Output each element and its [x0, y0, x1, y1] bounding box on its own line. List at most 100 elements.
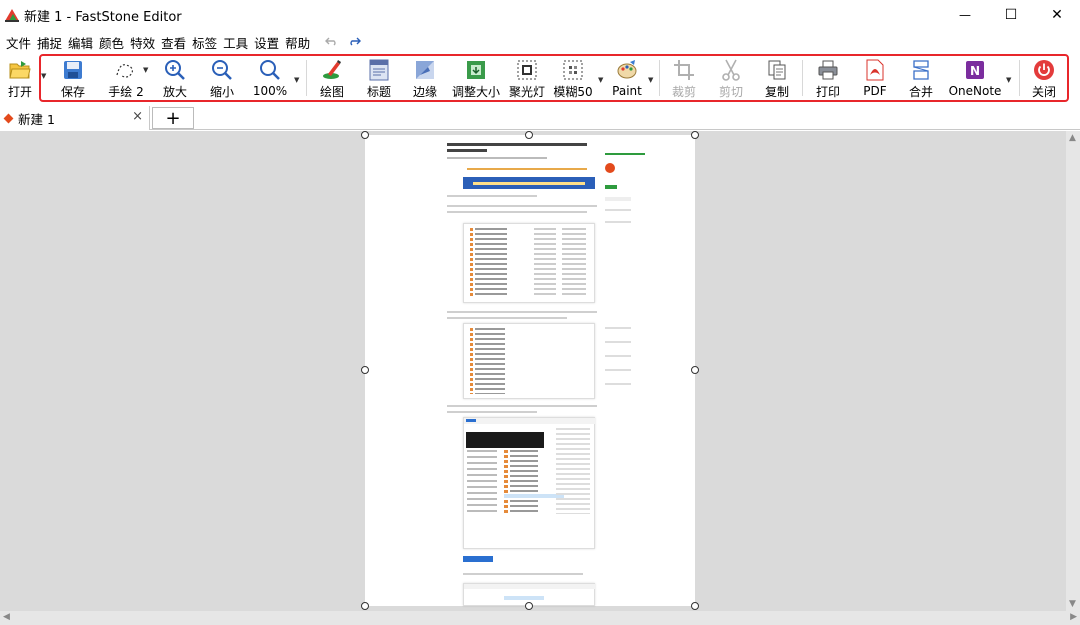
- save-button[interactable]: 保存: [57, 58, 89, 100]
- cut-button[interactable]: 剪切: [715, 58, 747, 100]
- toolbar: 打开 ▼ 保存 手绘 2 ▼ 放大 缩小 100% ▼ 绘图 标题 边缘 调整大…: [0, 54, 1080, 104]
- open-button[interactable]: 打开: [4, 58, 36, 100]
- image-canvas[interactable]: [365, 135, 695, 606]
- title-bar: 新建 1 - FastStone Editor — ☐ ✕: [0, 0, 1080, 30]
- zoom-100-button[interactable]: 100%: [251, 58, 289, 100]
- sidebar-line: [605, 197, 631, 201]
- blur-button[interactable]: 模糊50: [553, 58, 593, 100]
- menu-capture[interactable]: 捕捉: [34, 33, 65, 52]
- menu-bar: 文件 捕捉 编辑 颜色 特效 查看 标签 工具 设置 帮助: [0, 31, 1080, 53]
- printer-icon: [816, 58, 840, 81]
- sidebar-tag: [605, 185, 617, 189]
- resize-handle[interactable]: [525, 131, 533, 139]
- menu-file[interactable]: 文件: [3, 33, 34, 52]
- caption-button[interactable]: 标题: [363, 58, 395, 100]
- scroll-left-icon[interactable]: ◀: [3, 612, 10, 622]
- menu-tabs[interactable]: 标签: [189, 33, 220, 52]
- zoom-out-icon: [210, 58, 234, 81]
- menu-effects[interactable]: 特效: [127, 33, 158, 52]
- toolbar-separator: [306, 60, 307, 96]
- redo-icon[interactable]: [347, 35, 362, 49]
- text-line: [447, 195, 537, 197]
- close-window-button[interactable]: ✕: [1034, 0, 1080, 30]
- freehand-selection-icon: [114, 58, 138, 81]
- text-line: [447, 405, 597, 407]
- edge-button[interactable]: 边缘: [409, 58, 441, 100]
- tab-modified-icon: [3, 113, 14, 123]
- onenote-button[interactable]: N OneNote: [948, 58, 1002, 100]
- menu-view[interactable]: 查看: [158, 33, 189, 52]
- scroll-down-icon[interactable]: ▼: [1069, 599, 1076, 609]
- text-line: [447, 211, 587, 213]
- paint-dropdown-icon[interactable]: ▼: [648, 76, 653, 84]
- zoom-out-button[interactable]: 缩小: [206, 58, 238, 100]
- resize-handle[interactable]: [525, 602, 533, 610]
- menu-color[interactable]: 颜色: [96, 33, 127, 52]
- menu-edit[interactable]: 编辑: [65, 33, 96, 52]
- zoom-in-button[interactable]: 放大: [159, 58, 191, 100]
- resize-handle[interactable]: [691, 602, 699, 610]
- sidebar-links: [605, 327, 631, 397]
- onenote-dropdown-icon[interactable]: ▼: [1006, 76, 1011, 84]
- new-tab-button[interactable]: +: [152, 107, 194, 129]
- toolbar-separator: [802, 60, 803, 96]
- svg-text:N: N: [970, 64, 980, 78]
- article-banner: [463, 177, 595, 189]
- minimize-button[interactable]: —: [942, 0, 988, 30]
- zoom-dropdown-icon[interactable]: ▼: [294, 76, 299, 84]
- toolbar-separator: [659, 60, 660, 96]
- tab-close-icon[interactable]: ×: [132, 109, 143, 124]
- paint-button[interactable]: Paint: [610, 58, 644, 100]
- close-tool-button[interactable]: 关闭: [1028, 58, 1060, 100]
- resize-handle[interactable]: [691, 366, 699, 374]
- resize-handle[interactable]: [361, 131, 369, 139]
- onenote-icon: N: [963, 58, 987, 82]
- close-icon: ✕: [1051, 7, 1063, 23]
- vertical-scrollbar[interactable]: ▲ ▼: [1066, 131, 1080, 611]
- pdf-button[interactable]: PDF: [859, 58, 891, 100]
- horizontal-scrollbar[interactable]: ◀ ▶: [0, 611, 1080, 625]
- article-highlight-line: [467, 168, 587, 170]
- scroll-right-icon[interactable]: ▶: [1070, 612, 1077, 622]
- print-button[interactable]: 打印: [812, 58, 844, 100]
- tab-document[interactable]: 新建 1 ×: [0, 106, 150, 130]
- scissors-icon: [719, 58, 743, 81]
- follow-link: [605, 153, 645, 155]
- text-line: [447, 411, 537, 413]
- zoom-actual-icon: [258, 58, 282, 82]
- resize-button[interactable]: 调整大小: [452, 58, 500, 100]
- draw-button[interactable]: 绘图: [316, 58, 348, 100]
- text-line: [463, 573, 583, 575]
- menu-settings[interactable]: 设置: [251, 33, 282, 52]
- crop-icon: [672, 58, 696, 81]
- plus-icon: +: [165, 107, 181, 129]
- scroll-up-icon[interactable]: ▲: [1069, 133, 1076, 143]
- pdf-icon: [863, 58, 887, 82]
- edge-effect-icon: [413, 58, 437, 81]
- menu-tools[interactable]: 工具: [220, 33, 251, 52]
- resize-handle[interactable]: [361, 366, 369, 374]
- copy-button[interactable]: 复制: [761, 58, 793, 100]
- merge-button[interactable]: 合并: [905, 58, 937, 100]
- resize-handle[interactable]: [691, 131, 699, 139]
- undo-icon[interactable]: [325, 35, 339, 49]
- freehand-button[interactable]: 手绘 2: [105, 58, 147, 100]
- article-title-line: [447, 149, 487, 152]
- crop-button[interactable]: 裁剪: [668, 58, 700, 100]
- maximize-button[interactable]: ☐: [988, 0, 1034, 30]
- freehand-dropdown-icon[interactable]: ▼: [143, 66, 148, 74]
- blur-dropdown-icon[interactable]: ▼: [598, 76, 603, 84]
- file-list-image: [463, 223, 595, 303]
- spotlight-button[interactable]: 聚光灯: [507, 58, 547, 100]
- open-folder-icon: [8, 58, 32, 81]
- app-icon[interactable]: [4, 7, 20, 23]
- blue-tag: [463, 556, 493, 562]
- resize-handle[interactable]: [361, 602, 369, 610]
- open-dropdown-icon[interactable]: ▼: [41, 72, 46, 80]
- explorer-screenshot-image: [463, 417, 596, 549]
- merge-icon: [909, 58, 933, 81]
- menu-help[interactable]: 帮助: [282, 33, 313, 52]
- text-line: [447, 311, 597, 313]
- article-meta-line: [447, 157, 547, 159]
- save-disk-icon: [61, 58, 85, 81]
